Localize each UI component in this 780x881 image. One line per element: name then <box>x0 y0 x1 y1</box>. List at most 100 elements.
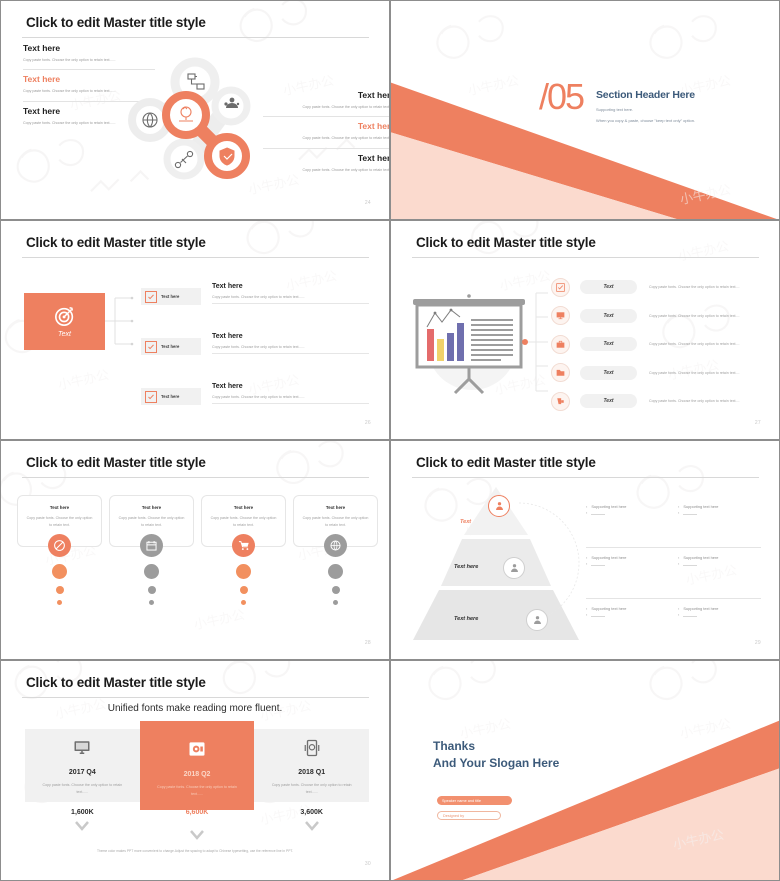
slide-presentation-board-list[interactable]: 小牛办公 小牛办公 小牛办公 小牛办公 Click to edit Master… <box>390 220 780 440</box>
list-item[interactable]: Text Copy paste fonts. Choose the only o… <box>551 306 766 326</box>
text-block[interactable]: Text here Copy paste fonts. Choose the o… <box>263 117 390 149</box>
detail-band[interactable]: ▪ Supporting text here ▪ ▪ Supporting text… <box>586 599 761 650</box>
speaker-pill[interactable]: Speaker name and title <box>437 796 512 805</box>
card-heading: Text here <box>49 505 70 510</box>
detail-bullet: ▪ <box>586 561 666 567</box>
arrow-row <box>25 821 369 840</box>
detail-band[interactable]: ▪ Supporting text here ▪ ▪ Supporting text… <box>586 548 761 599</box>
step-text: Text here Copy paste fonts. Choose the o… <box>201 283 369 304</box>
section-text-group: Section Header Here Supporting text here… <box>596 89 695 123</box>
column-card[interactable]: Text here Copy paste fonts. Choose the o… <box>109 495 194 605</box>
slide-thanks[interactable]: 小牛办公 小牛办公 小牛办公 Thanks And Your Slogan He… <box>390 660 780 881</box>
checklist-icon <box>145 290 157 303</box>
dot-medium <box>147 586 156 594</box>
list-item[interactable]: Text Copy paste fonts. Choose the only o… <box>551 334 766 354</box>
step-chip[interactable]: Text here <box>141 288 201 305</box>
bullet-dash <box>591 615 606 617</box>
device-icon <box>304 739 320 757</box>
item-pill[interactable]: Text <box>580 280 637 294</box>
text-block[interactable]: Text here Copy paste fonts. Choose the o… <box>263 149 390 179</box>
step-row[interactable]: Text here Text here Copy paste fonts. Ch… <box>141 283 369 321</box>
card-text: Copy paste fonts. Choose the only option… <box>26 516 93 527</box>
detail-cell: ▪ Supporting text here ▪ <box>586 606 666 650</box>
detail-band[interactable]: ▪ Supporting text here ▪ ▪ Supporting text… <box>586 497 761 548</box>
person-group-icon[interactable] <box>488 495 510 517</box>
calendar-icon <box>140 534 163 557</box>
detail-cell: ▪ Supporting text here ▪ <box>678 606 758 650</box>
person-group-icon[interactable] <box>503 557 525 579</box>
bullet-text: Supporting text here <box>683 555 719 560</box>
safe-box-icon <box>189 742 205 756</box>
slide-quarter-comparison[interactable]: 小牛办公 小牛办公 小牛办公 小牛办公 Click to edit Master… <box>0 660 390 881</box>
title-divider <box>412 477 759 478</box>
item-pill[interactable]: Text <box>580 365 637 380</box>
text-block[interactable]: Text here Copy paste fonts. Choose the o… <box>263 86 390 118</box>
page-number: 24 <box>364 200 371 206</box>
title-divider <box>412 257 759 258</box>
item-pill[interactable]: Text <box>580 394 637 408</box>
pill-label: Text <box>603 284 614 290</box>
no-entry-icon <box>48 534 71 557</box>
section-number: /05 <box>539 76 585 117</box>
section-heading: Section Header Here <box>596 89 695 101</box>
item-icon-circle <box>551 391 570 411</box>
thanks-title: Thanks And Your Slogan Here <box>433 738 559 772</box>
detail-bullet: ▪ <box>678 612 758 618</box>
list-item[interactable]: Text Copy paste fonts. Choose the only o… <box>551 277 766 297</box>
diagonal-band-graphic <box>391 82 777 219</box>
metric-value: 6,600K <box>185 809 209 816</box>
chevron-down-icon <box>140 821 255 840</box>
slide-hub-diagram[interactable]: 小牛办公 小牛办公 小牛办公 Click to edit Master titl… <box>0 0 390 220</box>
step-row[interactable]: Text here Text here Copy paste fonts. Ch… <box>141 383 369 421</box>
page-title: Click to edit Master title style <box>26 675 206 690</box>
metric-value: 1,600K <box>71 809 94 816</box>
folder-icon <box>556 369 565 376</box>
detail-bullet: ▪ <box>586 612 666 618</box>
bullet-dash <box>683 513 698 515</box>
subtitle: Unified fonts make reading more fluent. <box>107 703 283 714</box>
pill-label: Text <box>603 398 614 404</box>
step-chip[interactable]: Text here <box>141 338 201 355</box>
bullet-dash <box>591 513 606 515</box>
bullet-dash <box>591 564 606 566</box>
step-heading: Text here <box>212 333 243 340</box>
person-group-icon[interactable] <box>526 609 548 631</box>
presentation-chart-icon <box>162 91 210 139</box>
list-item[interactable]: Text Copy paste fonts. Choose the only o… <box>551 363 766 383</box>
step-text: Text here Copy paste fonts. Choose the o… <box>201 333 369 354</box>
page-number: 26 <box>364 420 371 426</box>
target-tile[interactable]: Text <box>24 293 105 350</box>
slide-target-three-step[interactable]: 小牛办公 小牛办公 小牛办公 Click to edit Master titl… <box>0 220 390 440</box>
slide-pyramid[interactable]: 小牛办公 小牛办公 Click to edit Master title sty… <box>390 440 780 660</box>
column-group: Text here Copy paste fonts. Choose the o… <box>17 495 378 605</box>
pyramid-level-label: Text <box>460 519 472 525</box>
presentation-board-icon[interactable] <box>409 287 534 397</box>
section-hint: When you copy & paste, choose "keep text… <box>596 118 696 123</box>
right-text-column: Text here Copy paste fonts. Choose the o… <box>263 86 390 179</box>
step-row[interactable]: Text here Text here Copy paste fonts. Ch… <box>141 333 369 371</box>
comparison-card[interactable]: 2018 Q2 Copy paste fonts. Choose the onl… <box>139 721 255 810</box>
bullet-text: Supporting text here <box>591 555 627 560</box>
block-heading: Text here <box>357 90 390 100</box>
column-card[interactable]: Text here Copy paste fonts. Choose the o… <box>17 495 102 605</box>
item-icon-circle <box>551 363 570 382</box>
item-pill[interactable]: Text <box>580 308 637 323</box>
slide-section-header[interactable]: 小牛办公 小牛办公 小牛办公 /05 Section Header Here S… <box>390 0 780 220</box>
column-card[interactable]: Text here Copy paste fonts. Choose the o… <box>293 495 378 605</box>
item-pill[interactable]: Text <box>580 337 637 351</box>
comparison-card[interactable]: 2018 Q1 Copy paste fonts. Choose the onl… <box>254 729 370 802</box>
step-text: Text here Copy paste fonts. Choose the o… <box>201 383 369 404</box>
slide-four-column-cards[interactable]: 小牛办公 小牛办公 小牛办公 Click to edit Master titl… <box>0 440 390 660</box>
page-title: Click to edit Master title style <box>416 455 596 470</box>
block-heading: Text here <box>357 121 390 132</box>
comparison-cards: 2017 Q4 Copy paste fonts. Choose the onl… <box>25 721 370 810</box>
detail-bullet: ▪ <box>678 561 758 567</box>
list-item[interactable]: Text Copy paste fonts. Choose the only o… <box>551 391 766 411</box>
hub-diagram-graphic[interactable] <box>121 49 273 194</box>
designer-pill[interactable]: Designed by <box>437 811 501 820</box>
column-card[interactable]: Text here Copy paste fonts. Choose the o… <box>201 495 286 605</box>
step-body: Copy paste fonts. Choose the only option… <box>212 345 369 354</box>
step-chip[interactable]: Text here <box>141 388 201 405</box>
card-heading: Text here <box>325 505 346 510</box>
comparison-card[interactable]: 2017 Q4 Copy paste fonts. Choose the onl… <box>25 729 140 802</box>
